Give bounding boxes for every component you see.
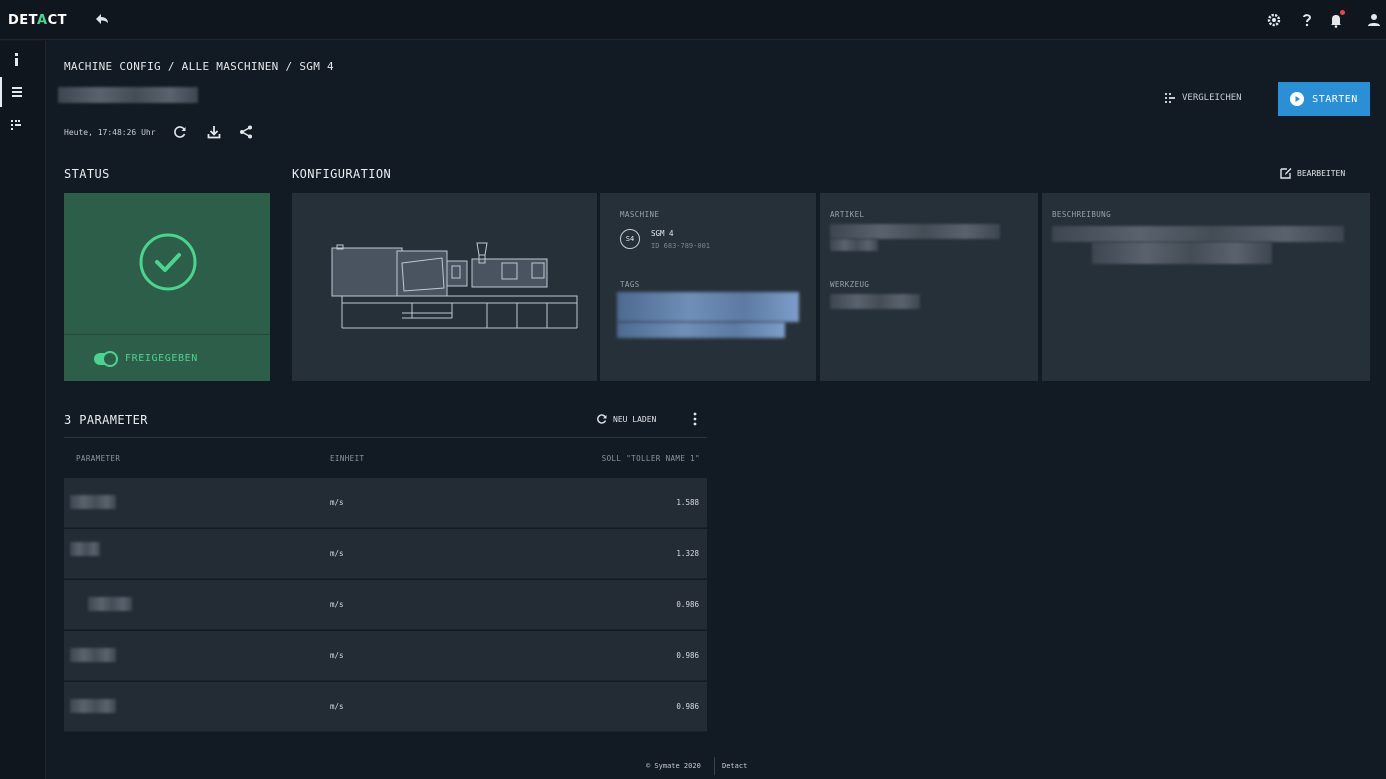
start-button[interactable]: STARTEN — [1278, 82, 1370, 116]
parameter-value: 0.986 — [676, 600, 699, 609]
user-icon[interactable] — [1364, 10, 1384, 30]
machine-id: ID 683-789-001 — [651, 242, 711, 250]
machine-info-card: MASCHINE S4 SGM 4 ID 683-789-001 TAGS — [600, 193, 816, 381]
parameter-name-redacted — [88, 597, 132, 611]
artikel-redacted-2 — [830, 239, 878, 251]
table-row[interactable]: m/s 0.986 — [64, 580, 707, 630]
top-bar: DETACT — [0, 0, 1386, 40]
parameter-value: 1.328 — [676, 549, 699, 558]
parameter-unit: m/s — [330, 549, 344, 558]
breadcrumb[interactable]: MACHINE CONFIG / ALLE MASCHINEN / SGM 4 — [64, 60, 334, 73]
table-row[interactable]: m/s 1.328 — [64, 529, 707, 579]
description-card: BESCHREIBUNG — [1042, 193, 1370, 381]
machine-name[interactable]: SGM 4 — [651, 229, 674, 238]
compare-button[interactable]: VERGLEICHEN — [1164, 88, 1242, 108]
werkzeug-redacted — [830, 294, 920, 309]
reload-button[interactable]: NEU LADEN — [596, 413, 656, 425]
sidebar-item-table[interactable] — [0, 77, 46, 107]
compare-icon — [1165, 93, 1175, 103]
tags-label: TAGS — [620, 280, 640, 289]
tags-redacted-2 — [617, 322, 785, 338]
page-title-redacted — [58, 87, 198, 103]
beschreibung-label: BESCHREIBUNG — [1052, 210, 1111, 219]
app-logo[interactable]: DETACT — [8, 13, 67, 28]
sidebar — [0, 41, 46, 779]
parameter-unit: m/s — [330, 498, 344, 507]
article-card: ARTIKEL WERKZEUG — [820, 193, 1038, 381]
logo-accent: A — [37, 13, 48, 28]
back-icon[interactable] — [92, 9, 112, 29]
timestamp: Heute, 17:48:26 Uhr — [64, 128, 156, 137]
gear-icon[interactable] — [1264, 10, 1284, 30]
info-icon — [15, 53, 18, 66]
refresh-icon — [597, 414, 607, 424]
share-icon[interactable] — [238, 124, 254, 140]
parameter-unit: m/s — [330, 651, 344, 660]
edit-label: BEARBEITEN — [1297, 168, 1346, 178]
status-card: FREIGEGEBEN — [64, 193, 270, 381]
compare-icon — [11, 120, 21, 130]
machine-image-card — [292, 193, 597, 381]
injection-molding-machine-illustration — [331, 242, 578, 329]
edit-icon — [1280, 168, 1292, 179]
column-header-parameter[interactable]: PARAMETER — [76, 454, 120, 463]
table-row[interactable]: m/s 0.986 — [64, 682, 707, 732]
logo-suffix: CT — [47, 13, 68, 28]
footer-separator — [714, 757, 715, 775]
column-header-target[interactable]: SOLL "TOLLER NAME 1" — [602, 454, 700, 463]
description-redacted — [1052, 226, 1344, 242]
parameters-title: 3 PARAMETER — [64, 413, 148, 427]
artikel-redacted — [830, 224, 1000, 239]
refresh-icon[interactable] — [172, 124, 188, 140]
parameter-unit: m/s — [330, 702, 344, 711]
artikel-label: ARTIKEL — [830, 210, 865, 219]
table-row[interactable]: m/s 0.986 — [64, 631, 707, 681]
machine-label: MASCHINE — [620, 210, 660, 219]
config-section-title: KONFIGURATION — [292, 167, 392, 181]
footer-copyright: © Symate 2020 — [646, 762, 701, 770]
sidebar-item-info[interactable] — [0, 46, 46, 76]
parameter-name-redacted — [70, 542, 100, 556]
parameter-name-redacted — [70, 648, 116, 662]
check-circle-icon — [136, 230, 200, 294]
logo-prefix: DET — [8, 13, 38, 28]
reload-label: NEU LADEN — [613, 414, 657, 424]
werkzeug-label: WERKZEUG — [830, 280, 870, 289]
release-label: FREIGEGEBEN — [125, 353, 198, 364]
parameter-unit: m/s — [330, 600, 344, 609]
status-section-title: STATUS — [64, 167, 110, 181]
more-vertical-icon[interactable] — [690, 411, 700, 427]
parameter-value: 0.986 — [676, 651, 699, 660]
table-icon — [12, 87, 22, 97]
tags-redacted — [617, 292, 799, 322]
parameter-name-redacted — [70, 699, 116, 713]
status-divider — [64, 334, 270, 335]
parameter-name-redacted — [70, 495, 116, 509]
column-header-unit[interactable]: EINHEIT — [330, 454, 364, 463]
compare-label: VERGLEICHEN — [1182, 93, 1242, 103]
parameter-value: 0.986 — [676, 702, 699, 711]
table-row[interactable]: m/s 1.588 — [64, 478, 707, 528]
sidebar-item-compare[interactable] — [0, 111, 46, 141]
help-icon[interactable] — [1297, 10, 1317, 30]
play-icon — [1290, 92, 1305, 106]
bell-icon[interactable] — [1326, 10, 1346, 30]
footer-product-link[interactable]: Detact — [722, 762, 747, 770]
notification-dot — [1340, 10, 1345, 15]
edit-button[interactable]: BEARBEITEN — [1280, 167, 1345, 179]
description-redacted-2 — [1092, 242, 1272, 264]
release-toggle[interactable] — [94, 351, 118, 367]
start-label: STARTEN — [1312, 93, 1358, 105]
machine-badge: S4 — [620, 229, 640, 249]
download-icon[interactable] — [206, 124, 222, 140]
parameters-divider — [64, 437, 707, 438]
parameter-value: 1.588 — [676, 498, 699, 507]
